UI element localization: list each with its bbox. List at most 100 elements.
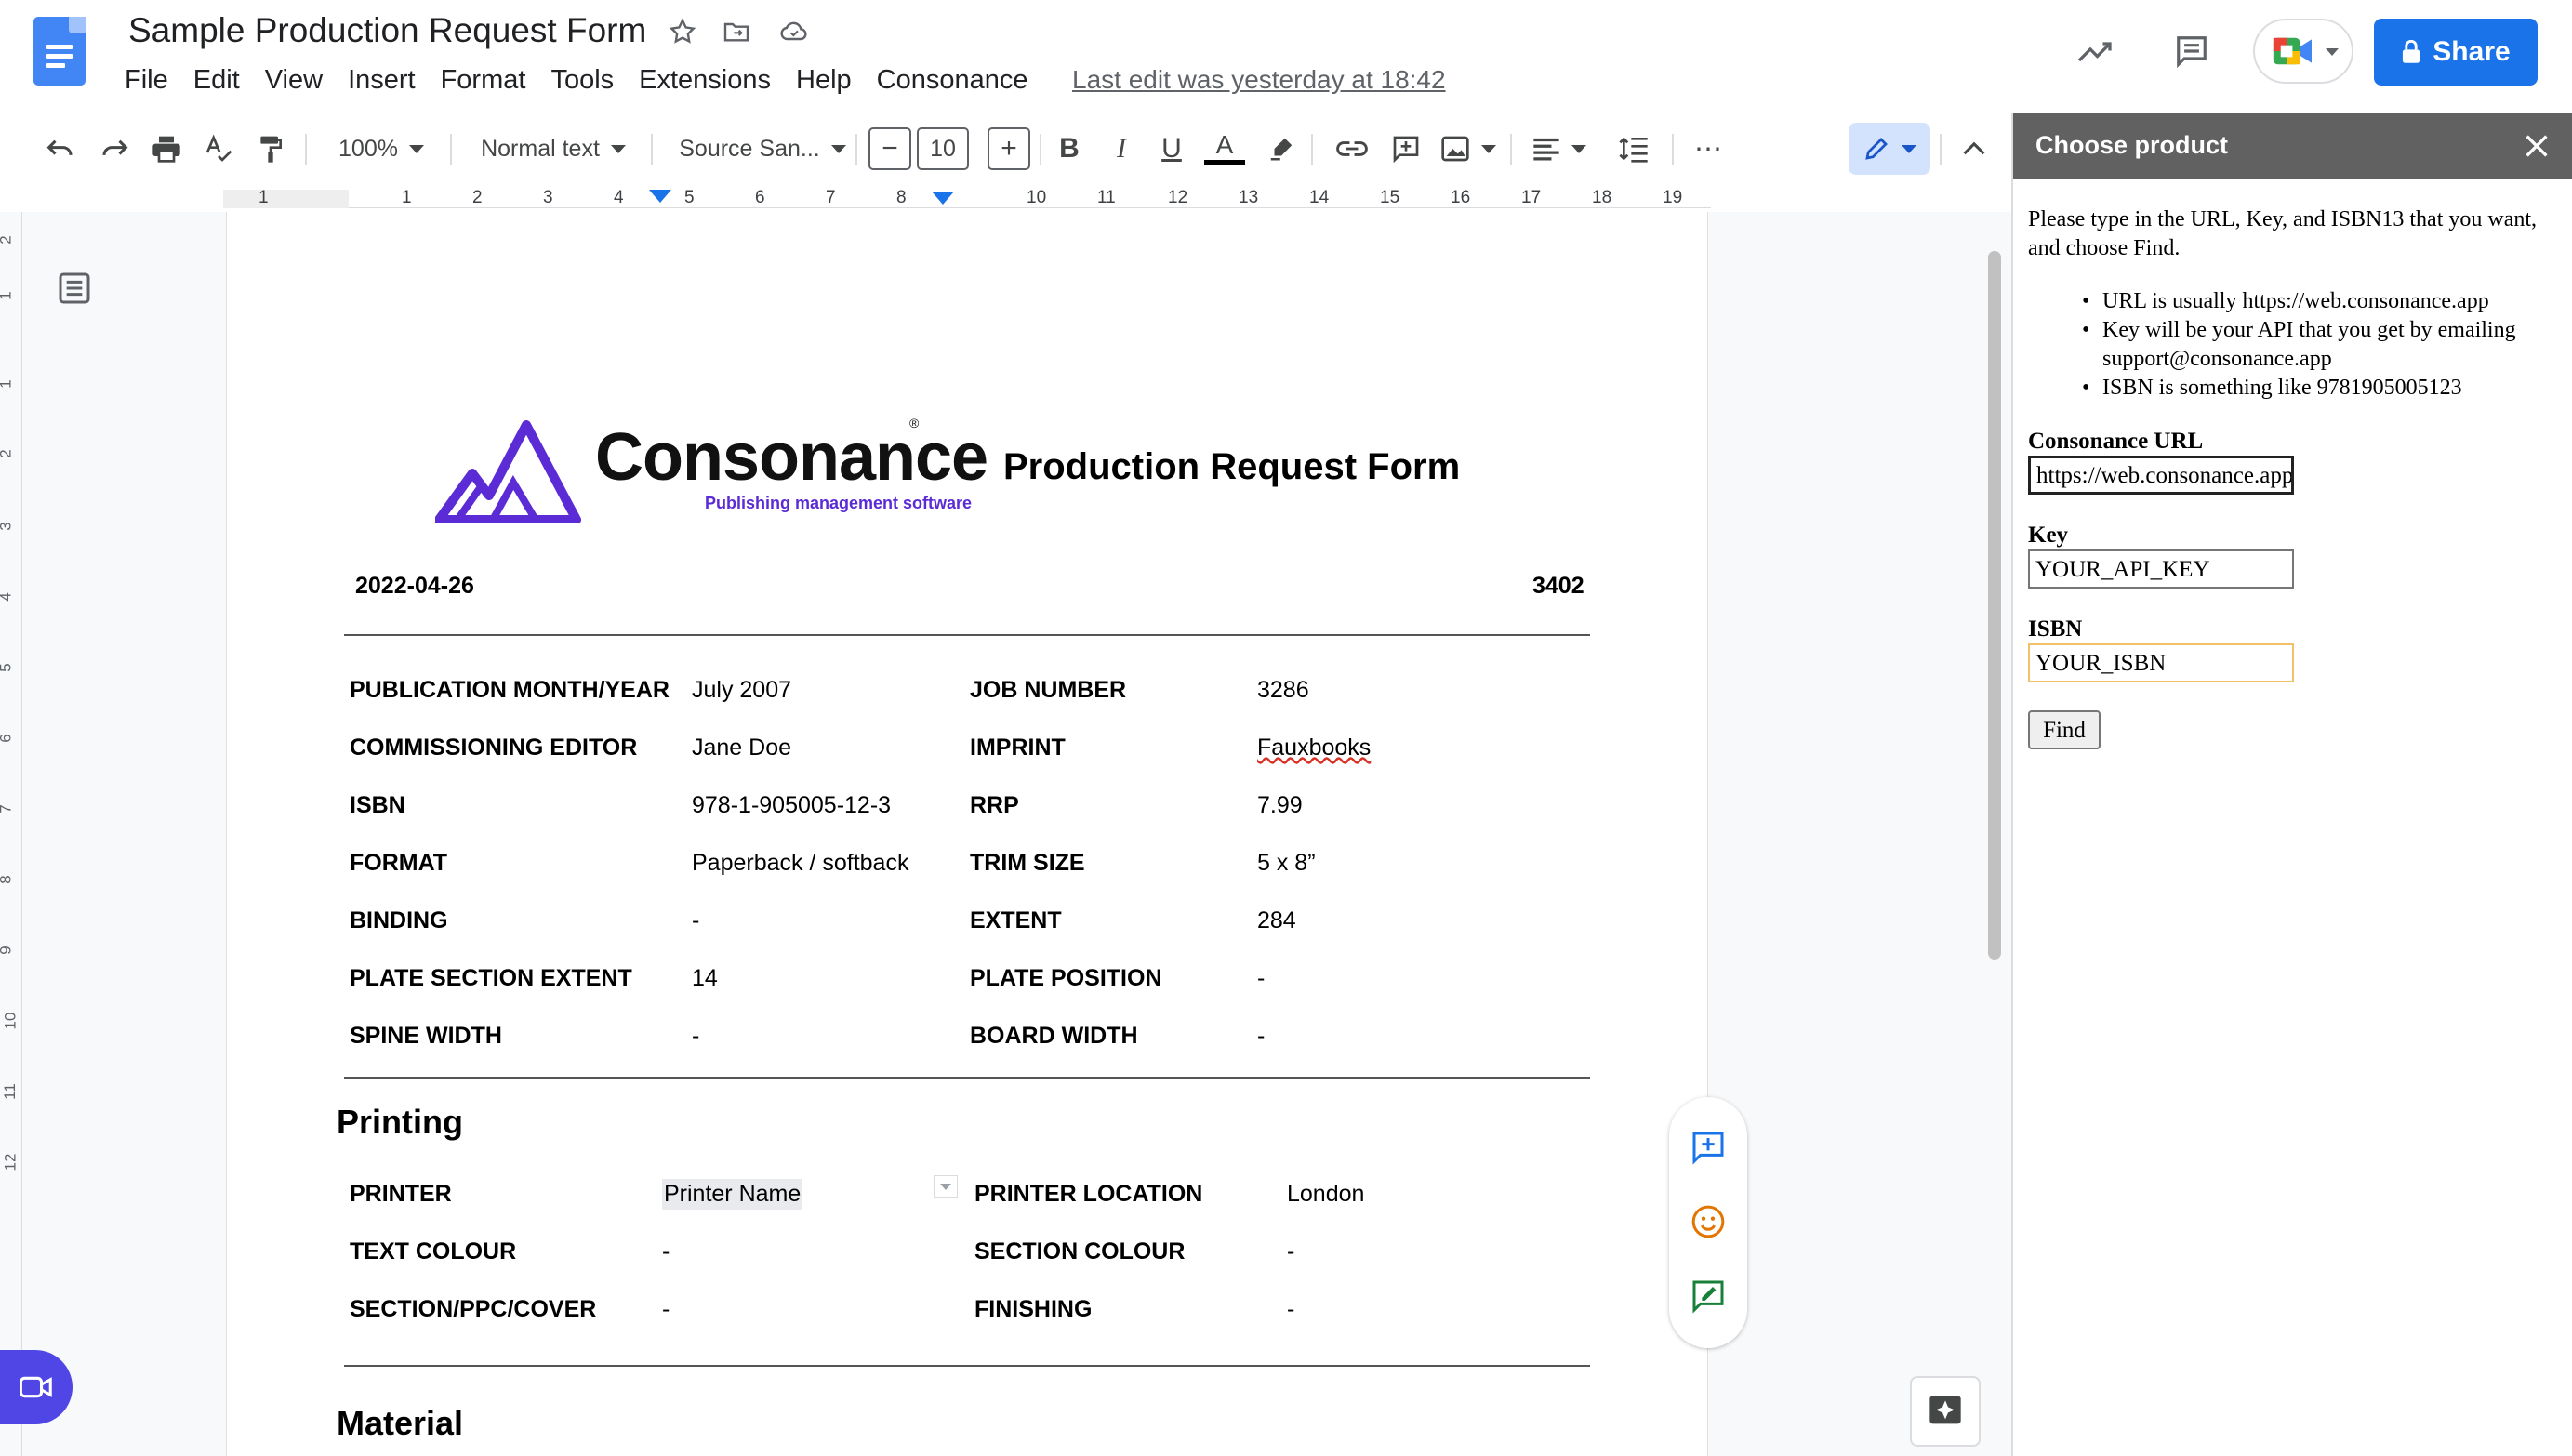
field-value: - — [692, 1023, 700, 1049]
ruler-number: 2 — [0, 449, 16, 457]
field-value: 284 — [1257, 907, 1296, 933]
camera-button[interactable] — [0, 1350, 73, 1424]
editing-mode-button[interactable] — [1849, 123, 1930, 175]
last-edit-link[interactable]: Last edit was yesterday at 18:42 — [1072, 65, 1446, 95]
ruler-number: 6 — [0, 734, 16, 742]
cloud-saved-icon[interactable] — [776, 13, 813, 50]
menu-view[interactable]: View — [265, 65, 334, 102]
menu-consonance[interactable]: Consonance — [877, 65, 1040, 102]
help-bullet: ISBN is something like 9781905005123 — [2028, 374, 2558, 403]
zoom-select[interactable]: 100% — [325, 123, 437, 175]
menu-help[interactable]: Help — [796, 65, 863, 102]
ruler-number: 13 — [1239, 188, 1259, 207]
url-input[interactable]: https://web.consonance.app — [2028, 456, 2294, 495]
vertical-ruler[interactable]: 21123456789101112 — [0, 212, 22, 1456]
underline-icon[interactable]: U — [1153, 123, 1190, 175]
field-value: - — [1257, 965, 1266, 991]
horizontal-ruler[interactable]: 1 1 2 3 4 5 6 7 8 10 11 12 13 14 15 16 1… — [223, 186, 1711, 212]
ruler-number: 8 — [896, 188, 907, 207]
explore-icon — [1929, 1396, 1961, 1424]
highlight-color-icon[interactable] — [1261, 123, 1302, 175]
explore-button[interactable] — [1910, 1376, 1981, 1447]
printer-name-chip[interactable]: Printer Name — [662, 1179, 803, 1210]
italic-icon[interactable]: I — [1103, 123, 1140, 175]
floating-actions — [1669, 1097, 1747, 1348]
document-title[interactable]: Sample Production Request Form — [128, 11, 646, 50]
hide-menus-icon[interactable] — [1953, 123, 1995, 175]
toolbar-divider — [1040, 134, 1041, 165]
docs-logo-icon[interactable] — [33, 17, 86, 86]
text-color-icon[interactable]: A — [1203, 123, 1246, 175]
more-options-icon[interactable]: ⋯ — [1687, 123, 1730, 175]
suggest-edits-icon[interactable] — [1686, 1274, 1730, 1318]
logo-tagline: Publishing management software — [705, 494, 973, 512]
field-value: 14 — [692, 965, 718, 991]
line-spacing-icon[interactable] — [1611, 123, 1657, 175]
redo-icon[interactable] — [93, 123, 136, 175]
add-comment-icon[interactable] — [1686, 1125, 1730, 1170]
field-value: London — [1287, 1181, 1365, 1207]
close-icon[interactable] — [2516, 126, 2557, 166]
field-value: - — [1287, 1296, 1295, 1322]
emoji-reaction-icon[interactable] — [1686, 1199, 1730, 1244]
first-line-indent-marker[interactable] — [649, 190, 671, 203]
paint-format-icon[interactable] — [249, 123, 292, 175]
field-label: PRINTER LOCATION — [974, 1181, 1203, 1207]
print-icon[interactable] — [145, 123, 188, 175]
field-value: - — [1287, 1238, 1295, 1264]
menu-insert[interactable]: Insert — [348, 65, 427, 102]
lock-icon — [2403, 40, 2420, 63]
align-left-icon[interactable] — [1529, 123, 1590, 175]
move-folder-icon[interactable] — [718, 13, 755, 50]
key-input[interactable]: YOUR_API_KEY — [2028, 549, 2294, 589]
field-label: PUBLICATION MONTH/YEAR — [350, 677, 670, 703]
ruler-number: 9 — [0, 946, 16, 954]
meet-button[interactable] — [2253, 19, 2353, 84]
add-comment-icon[interactable] — [1384, 123, 1428, 175]
chevron-down-icon — [830, 144, 846, 153]
toolbar-divider — [1510, 134, 1512, 165]
ruler-number: 6 — [755, 188, 765, 207]
star-icon[interactable] — [664, 13, 701, 50]
insert-link-icon[interactable] — [1330, 123, 1374, 175]
menu-file[interactable]: File — [125, 65, 179, 102]
form-date: 2022-04-26 — [355, 573, 474, 599]
increase-font-size-button[interactable]: + — [988, 127, 1030, 170]
decrease-font-size-button[interactable]: − — [868, 127, 911, 170]
ruler-number: 18 — [1592, 188, 1612, 207]
comments-icon[interactable] — [2168, 28, 2215, 74]
share-button[interactable]: Share — [2374, 19, 2538, 86]
url-label: Consonance URL — [2028, 429, 2204, 454]
ruler-number: 19 — [1663, 188, 1683, 207]
menu-extensions[interactable]: Extensions — [639, 65, 782, 102]
field-label: SECTION/PPC/COVER — [350, 1296, 597, 1322]
style-select[interactable]: Normal text — [465, 123, 642, 175]
undo-icon[interactable] — [39, 123, 82, 175]
document-page[interactable]: Consonance ® Publishing management softw… — [226, 212, 1708, 1456]
field-label: BOARD WIDTH — [970, 1023, 1138, 1049]
activity-trend-icon[interactable] — [2074, 30, 2118, 74]
field-value: 7.99 — [1257, 792, 1303, 818]
menu-edit[interactable]: Edit — [193, 65, 251, 102]
ruler-number: 1 — [259, 188, 269, 207]
chevron-down-icon[interactable] — [934, 1175, 958, 1198]
ruler-number: 8 — [0, 875, 16, 883]
right-indent-marker[interactable] — [932, 192, 954, 205]
menu-format[interactable]: Format — [441, 65, 537, 102]
menu-tools[interactable]: Tools — [550, 65, 625, 102]
font-select[interactable]: Source San... — [670, 123, 855, 175]
divider — [344, 1365, 1590, 1367]
panel-title: Choose product — [2035, 131, 2228, 159]
find-button[interactable]: Find — [2028, 710, 2101, 749]
field-label: IMPRINT — [970, 735, 1066, 761]
document-scrollbar[interactable] — [1988, 251, 2001, 960]
font-size-input[interactable]: 10 — [917, 127, 969, 170]
spellcheck-icon[interactable] — [197, 123, 240, 175]
insert-image-icon[interactable] — [1436, 123, 1501, 175]
ruler-number: 2 — [0, 235, 16, 244]
isbn-input[interactable]: YOUR_ISBN — [2028, 643, 2294, 682]
document-outline-icon[interactable] — [56, 270, 93, 307]
bold-icon[interactable]: B — [1051, 123, 1088, 175]
form-number: 3402 — [1532, 573, 1584, 599]
field-label: FINISHING — [974, 1296, 1093, 1322]
